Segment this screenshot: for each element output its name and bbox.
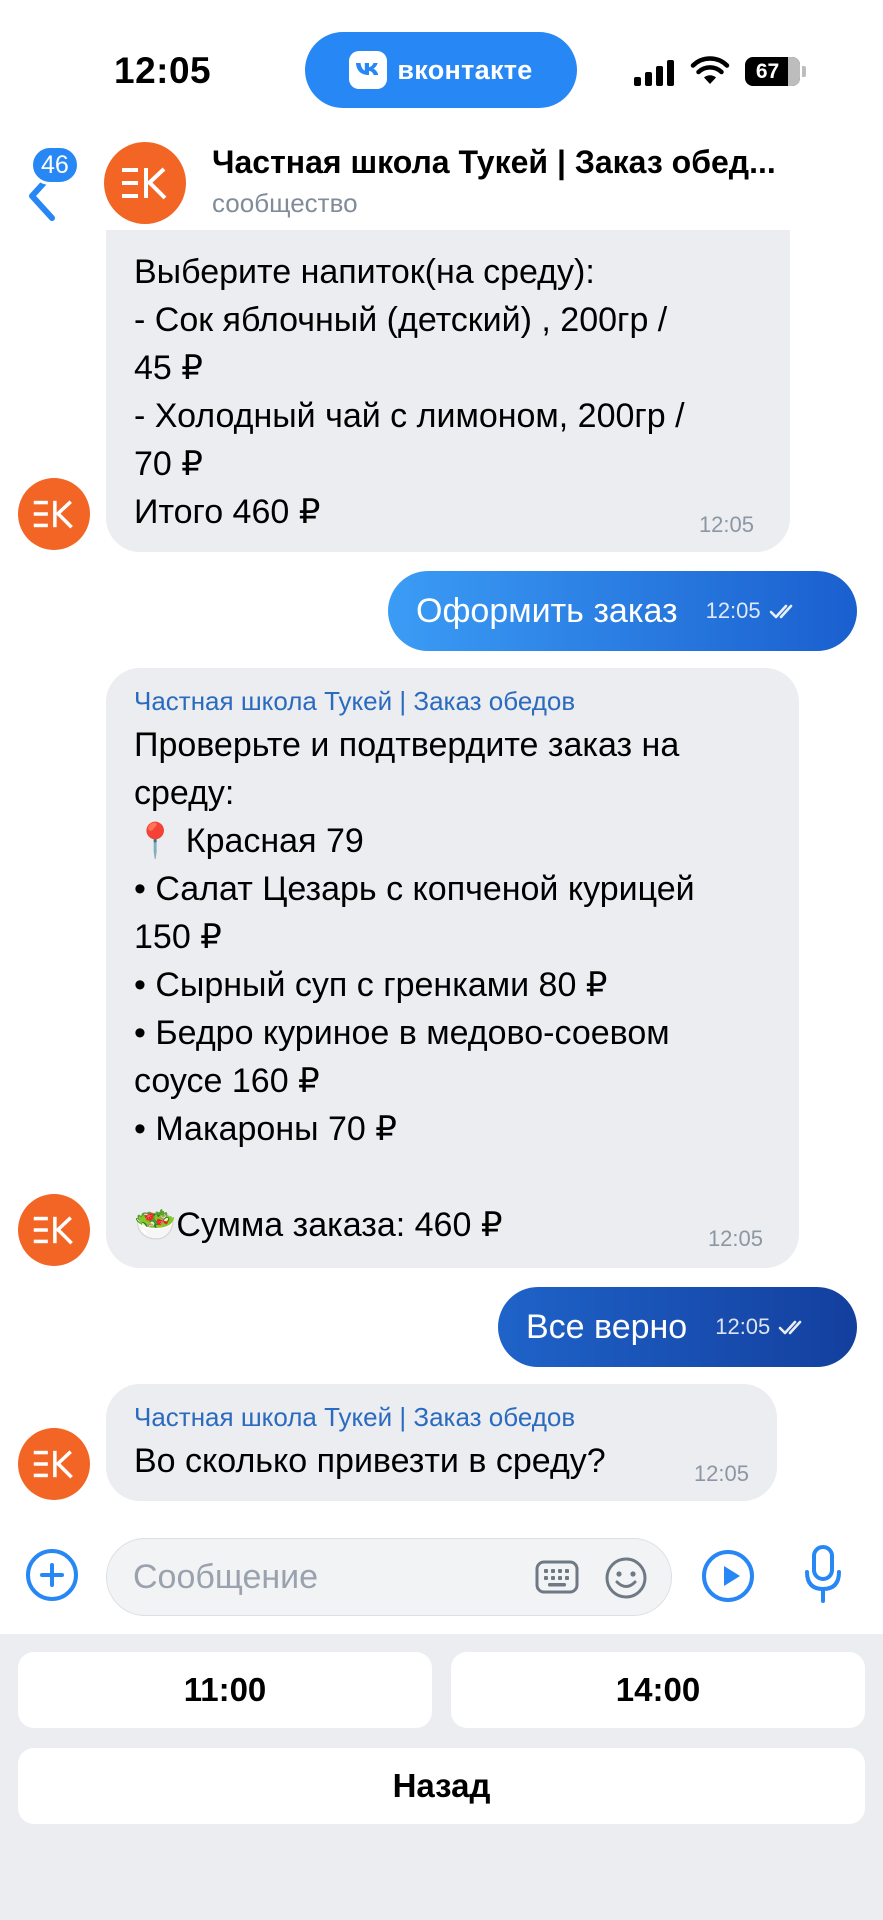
message-line: 70 ₽ (134, 445, 203, 483)
message-line: соусе 160 ₽ (134, 1062, 320, 1100)
message-text: Оформить заказ (416, 591, 678, 630)
community-logo-icon (33, 500, 73, 529)
community-logo-icon (33, 1450, 73, 1479)
message-line: • Сырный суп с гренками 80 ₽ (134, 966, 608, 1004)
incoming-message[interactable]: Частная школа Тукей | Заказ обедов Во ск… (106, 1384, 777, 1501)
message-line: 🥗Сумма заказа: 460 ₽ (134, 1206, 503, 1244)
message-line: 150 ₽ (134, 918, 222, 956)
message-line: - Сок яблочный (детский) , 200гр / (134, 301, 668, 339)
message-line: 45 ₽ (134, 349, 203, 387)
chat-title[interactable]: Частная школа Тукей | Заказ обед... (212, 144, 852, 181)
bot-keyboard: 11:00 14:00 Назад (0, 1634, 883, 1920)
message-text: Все верно (526, 1307, 688, 1346)
microphone-icon[interactable] (803, 1544, 843, 1606)
message-line: Итого 460 ₽ (134, 493, 321, 531)
sender-name[interactable]: Частная школа Тукей | Заказ обедов (134, 686, 771, 717)
message-input[interactable] (133, 1539, 513, 1615)
unread-count-badge: 46 (30, 145, 80, 185)
community-avatar[interactable] (104, 142, 186, 224)
bot-keyboard-icon[interactable] (535, 1559, 579, 1595)
sender-avatar[interactable] (18, 1428, 90, 1500)
message-line: среду: (134, 774, 235, 812)
outgoing-message[interactable]: Все верно 12:05 (498, 1287, 857, 1367)
attach-plus-button[interactable] (26, 1549, 78, 1601)
message-time: 12:05 (705, 598, 761, 623)
battery-level: 67 (755, 59, 780, 83)
message-field[interactable] (106, 1538, 672, 1616)
message-line: - Холодный чай с лимоном, 200гр / (134, 397, 685, 435)
cellular-signal-icon (634, 60, 674, 86)
message-time: 12:05 (715, 1314, 771, 1339)
message-time: 12:05 (693, 1461, 749, 1486)
chat-header: 46 Частная школа Тукей | Заказ обед... с… (0, 130, 883, 230)
message-line: 📍 Красная 79 (134, 822, 364, 860)
incoming-message[interactable]: Частная школа Тукей | Заказ обедов Прове… (106, 668, 799, 1268)
read-ticks-icon (778, 1320, 802, 1335)
vk-pill-label: вконтакте (397, 54, 533, 85)
message-text: Выберите напиток(на среду): - Сок яблочн… (134, 248, 762, 536)
sender-avatar[interactable] (18, 1194, 90, 1266)
message-text: Во сколько привезти в среду? (134, 1437, 749, 1485)
quick-reply-1400[interactable]: 14:00 (451, 1652, 865, 1728)
message-line: • Макароны 70 ₽ (134, 1110, 397, 1148)
emoji-smile-icon[interactable] (603, 1555, 649, 1601)
sender-name[interactable]: Частная школа Тукей | Заказ обедов (134, 1402, 749, 1433)
quick-reply-back[interactable]: Назад (18, 1748, 865, 1824)
message-text: Проверьте и подтвердите заказ на среду: … (134, 721, 771, 1249)
read-ticks-icon (769, 604, 792, 619)
vk-app-pill[interactable]: вконтакте (305, 32, 577, 108)
chat-screen: 12:05 вконтакте 67 46 Частная школа Туке… (0, 0, 883, 1920)
message-line: • Салат Цезарь с копченой курицей (134, 870, 695, 908)
outgoing-message[interactable]: Оформить заказ 12:05 (388, 571, 857, 651)
message-line: Во сколько привезти в среду? (134, 1442, 606, 1480)
status-time: 12:05 (114, 50, 212, 91)
sender-avatar[interactable] (18, 478, 90, 550)
quick-reply-1100[interactable]: 11:00 (18, 1652, 432, 1728)
message-line (134, 1153, 771, 1201)
battery-icon: 67 (745, 57, 800, 86)
message-line: Выберите напиток(на среду): (134, 253, 595, 291)
message-time: 12:05 (698, 512, 754, 537)
community-logo-icon (122, 167, 167, 200)
status-bar: 12:05 вконтакте 67 (0, 0, 883, 140)
battery-tip (802, 66, 806, 77)
message-line: • Бедро куриное в медово-соевом (134, 1014, 670, 1052)
message-line: Проверьте и подтвердите заказ на (134, 726, 680, 764)
chat-subtitle: сообщество (212, 188, 358, 218)
message-time: 12:05 (707, 1226, 763, 1251)
incoming-message[interactable]: Выберите напиток(на среду): - Сок яблочн… (106, 190, 790, 552)
wifi-icon (690, 56, 730, 91)
message-composer (0, 1520, 883, 1638)
community-logo-icon (33, 1216, 73, 1245)
vk-logo-icon (349, 51, 388, 89)
video-message-button[interactable] (702, 1550, 754, 1602)
